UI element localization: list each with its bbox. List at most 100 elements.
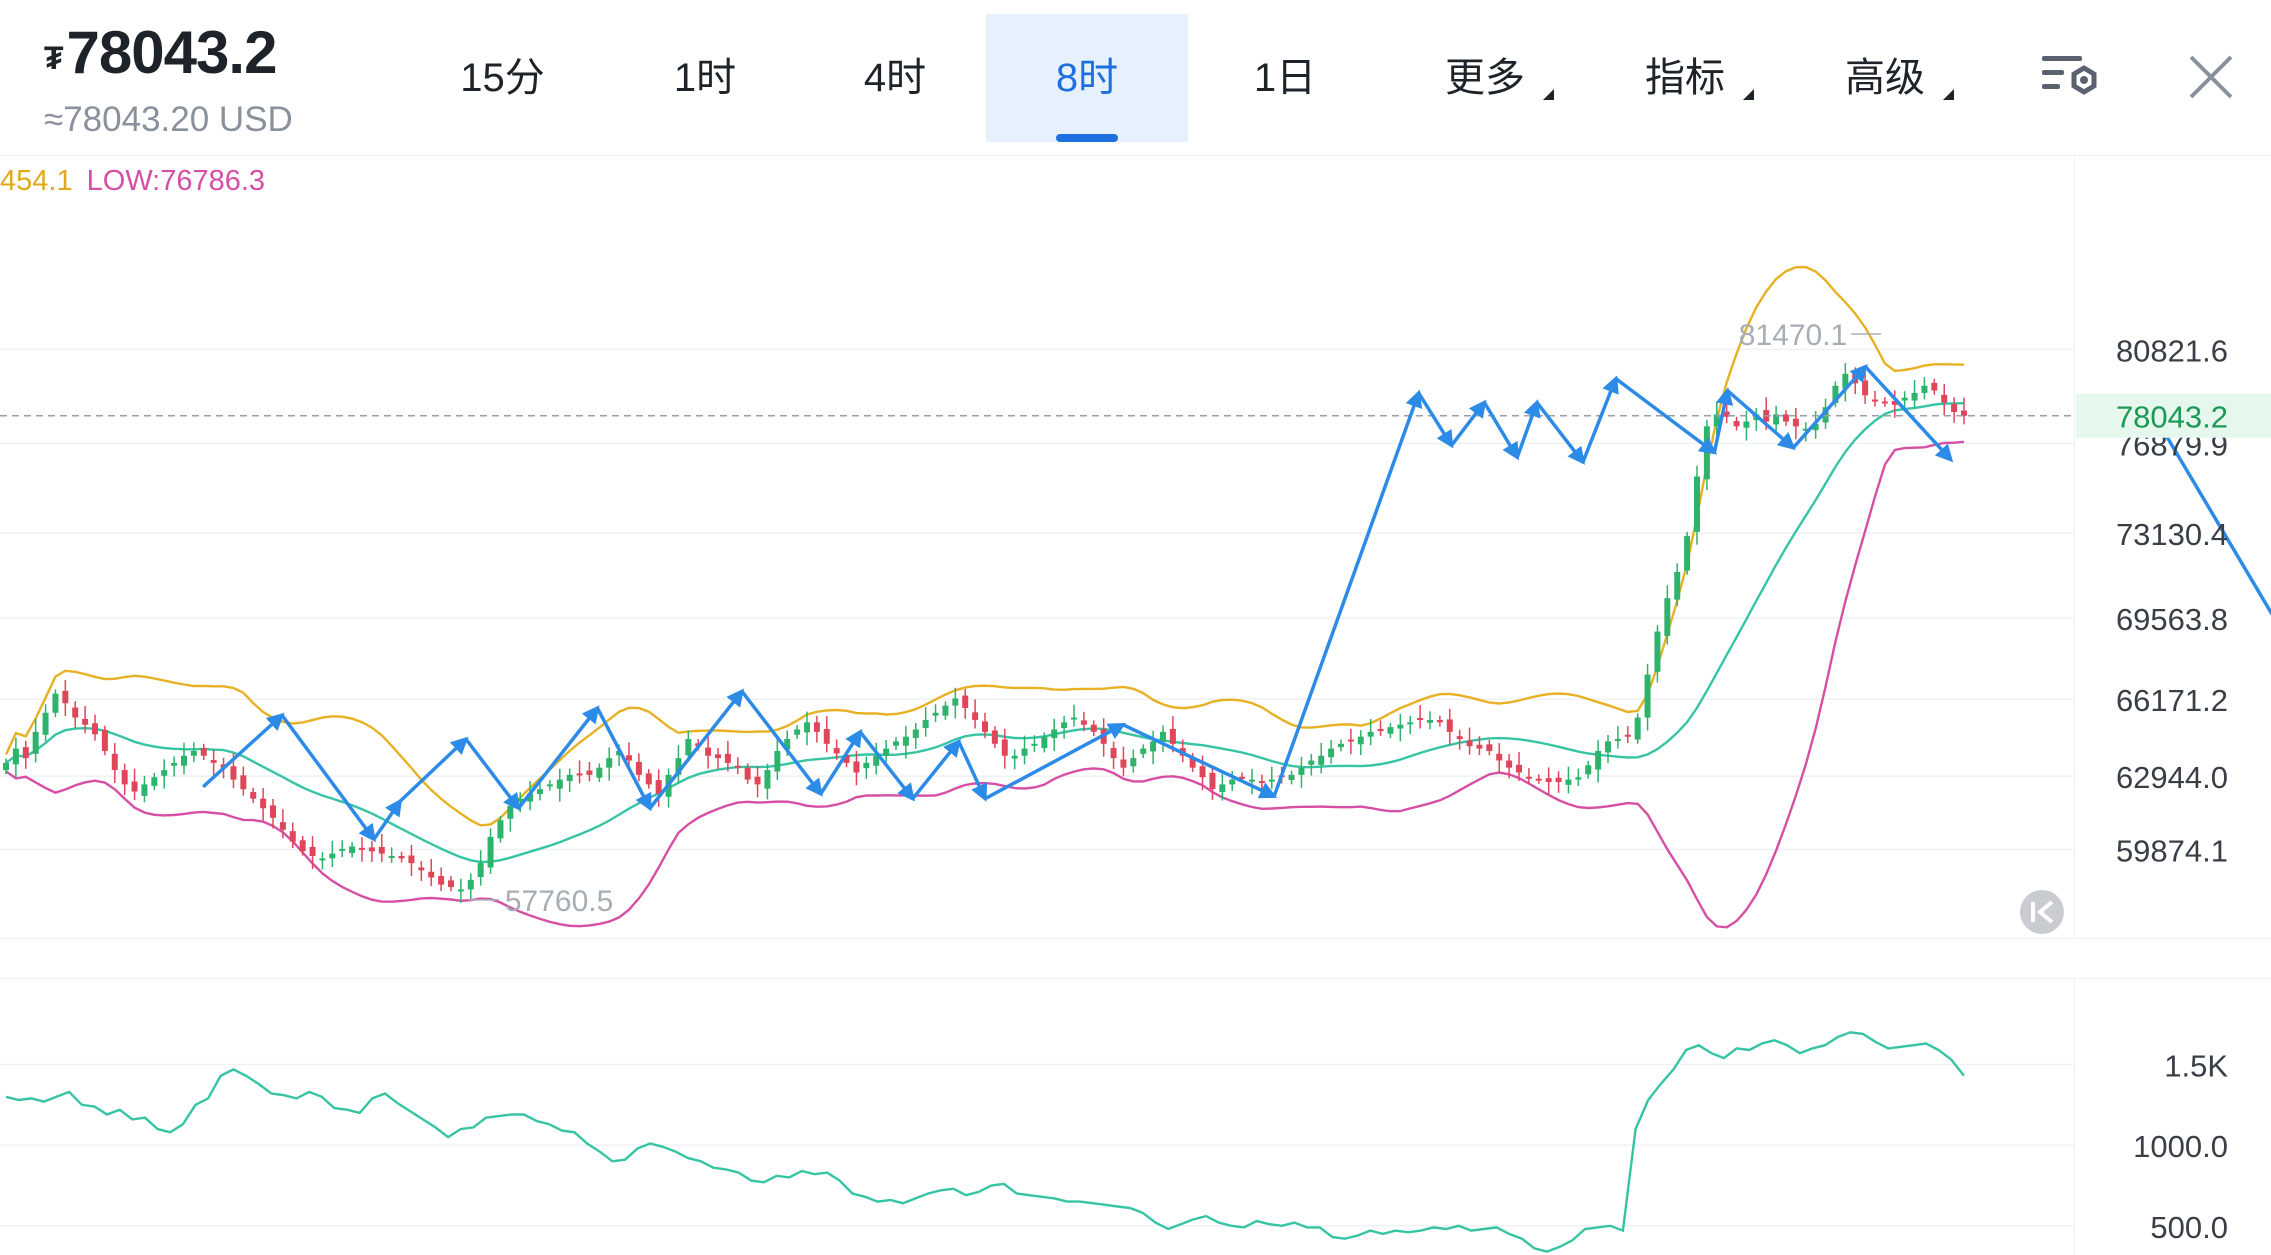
- annotation-arrow-segment: [1581, 375, 1619, 463]
- annotation-arrow-segment: [740, 690, 823, 797]
- candle-body: [359, 847, 365, 850]
- annotation-arrow-segment: [957, 740, 988, 802]
- candle: [893, 737, 899, 751]
- candle-body: [1862, 380, 1869, 396]
- candle-body: [299, 840, 306, 852]
- candle-body: [804, 722, 810, 733]
- candle-body: [1387, 727, 1394, 734]
- indicator-axis-label: 500.0: [2150, 1210, 2228, 1245]
- candle-body: [774, 750, 781, 772]
- candle-body: [1090, 724, 1097, 732]
- candle: [1160, 725, 1166, 753]
- candle-body: [12, 748, 19, 765]
- candle-body: [586, 770, 593, 775]
- candle: [171, 756, 178, 777]
- candle-body: [1555, 777, 1562, 782]
- candle-body: [566, 774, 573, 782]
- candle-body: [497, 820, 504, 839]
- candle: [813, 715, 820, 743]
- candle-body: [289, 831, 296, 842]
- candle: [1071, 704, 1077, 727]
- candle-body: [1733, 421, 1740, 427]
- candle-body: [1338, 743, 1344, 748]
- candle: [1842, 363, 1849, 402]
- candle-body: [171, 762, 178, 766]
- candle-body: [1703, 426, 1710, 480]
- candle: [1288, 770, 1295, 785]
- candle: [1120, 746, 1127, 777]
- candle-body: [1288, 774, 1295, 781]
- candle-body: [1456, 736, 1463, 740]
- price-axis-divider: [2074, 155, 2075, 940]
- candle: [823, 716, 830, 753]
- price-axis-label: 73130.4: [2116, 517, 2228, 552]
- candle: [319, 851, 326, 870]
- candle-body: [705, 747, 712, 756]
- candle: [635, 753, 642, 782]
- candle: [1733, 416, 1740, 431]
- candle-body: [1525, 776, 1532, 779]
- candle-body: [626, 755, 632, 761]
- candle: [1051, 718, 1058, 751]
- candle: [1001, 728, 1008, 769]
- candle: [1209, 766, 1216, 800]
- candle-body: [1664, 598, 1671, 636]
- candle-body: [1931, 382, 1938, 391]
- candle-body: [833, 748, 840, 754]
- candle-body: [250, 792, 257, 799]
- candle-body: [1229, 779, 1236, 785]
- candle: [1318, 742, 1325, 774]
- candle-body: [319, 858, 326, 861]
- candle: [1634, 713, 1641, 744]
- candle-body: [1901, 397, 1908, 401]
- candle-body: [418, 867, 425, 871]
- candle-body: [1941, 394, 1948, 403]
- candle-body: [1397, 724, 1404, 729]
- bollinger-bands: [4, 265, 1965, 929]
- candle-body: [1595, 750, 1602, 770]
- candle: [596, 763, 603, 782]
- candle-body: [190, 750, 197, 756]
- candle-body: [922, 719, 929, 729]
- candle-body: [1872, 399, 1878, 402]
- scroll-to-latest-icon[interactable]: [2020, 890, 2064, 934]
- annotation-arrow-segment: [1122, 723, 1278, 799]
- candle-body: [121, 770, 128, 785]
- candle-body: [1951, 403, 1958, 412]
- candle-body: [1496, 753, 1503, 761]
- candle: [1921, 377, 1928, 400]
- candle-body: [1417, 718, 1424, 721]
- price-axis-label: 62944.0: [2116, 760, 2228, 795]
- candle-body: [893, 741, 899, 746]
- candle-body: [645, 773, 652, 785]
- candle-body: [1021, 748, 1028, 756]
- candle: [1140, 744, 1147, 759]
- candle-body: [1565, 779, 1572, 785]
- candle: [42, 704, 49, 742]
- candle: [250, 787, 257, 804]
- candle-body: [1110, 748, 1117, 759]
- candle-body: [62, 690, 69, 704]
- candle-body: [1624, 734, 1631, 737]
- candle-body: [1258, 781, 1265, 784]
- candle-body: [764, 770, 771, 789]
- candle: [359, 837, 365, 862]
- candle-body: [1881, 401, 1888, 404]
- candle: [1941, 384, 1948, 416]
- candle-body: [1911, 392, 1918, 401]
- candle-body: [270, 805, 276, 818]
- candle-body: [92, 723, 98, 735]
- candle-body: [1219, 784, 1226, 793]
- candle-body: [309, 846, 316, 856]
- candle: [1496, 743, 1503, 774]
- candle-body: [1318, 755, 1325, 765]
- candle-body: [438, 876, 445, 885]
- candle-body: [398, 856, 405, 859]
- price-axis: 80821.676879.973130.469563.866171.262944…: [2076, 333, 2271, 868]
- candle: [448, 876, 454, 892]
- candle-body: [715, 754, 721, 759]
- candle: [210, 749, 217, 776]
- candle: [487, 828, 494, 874]
- price-chart[interactable]: 81470.157760.5 80821.676879.973130.46956…: [0, 0, 2271, 1255]
- candle-body: [507, 805, 514, 819]
